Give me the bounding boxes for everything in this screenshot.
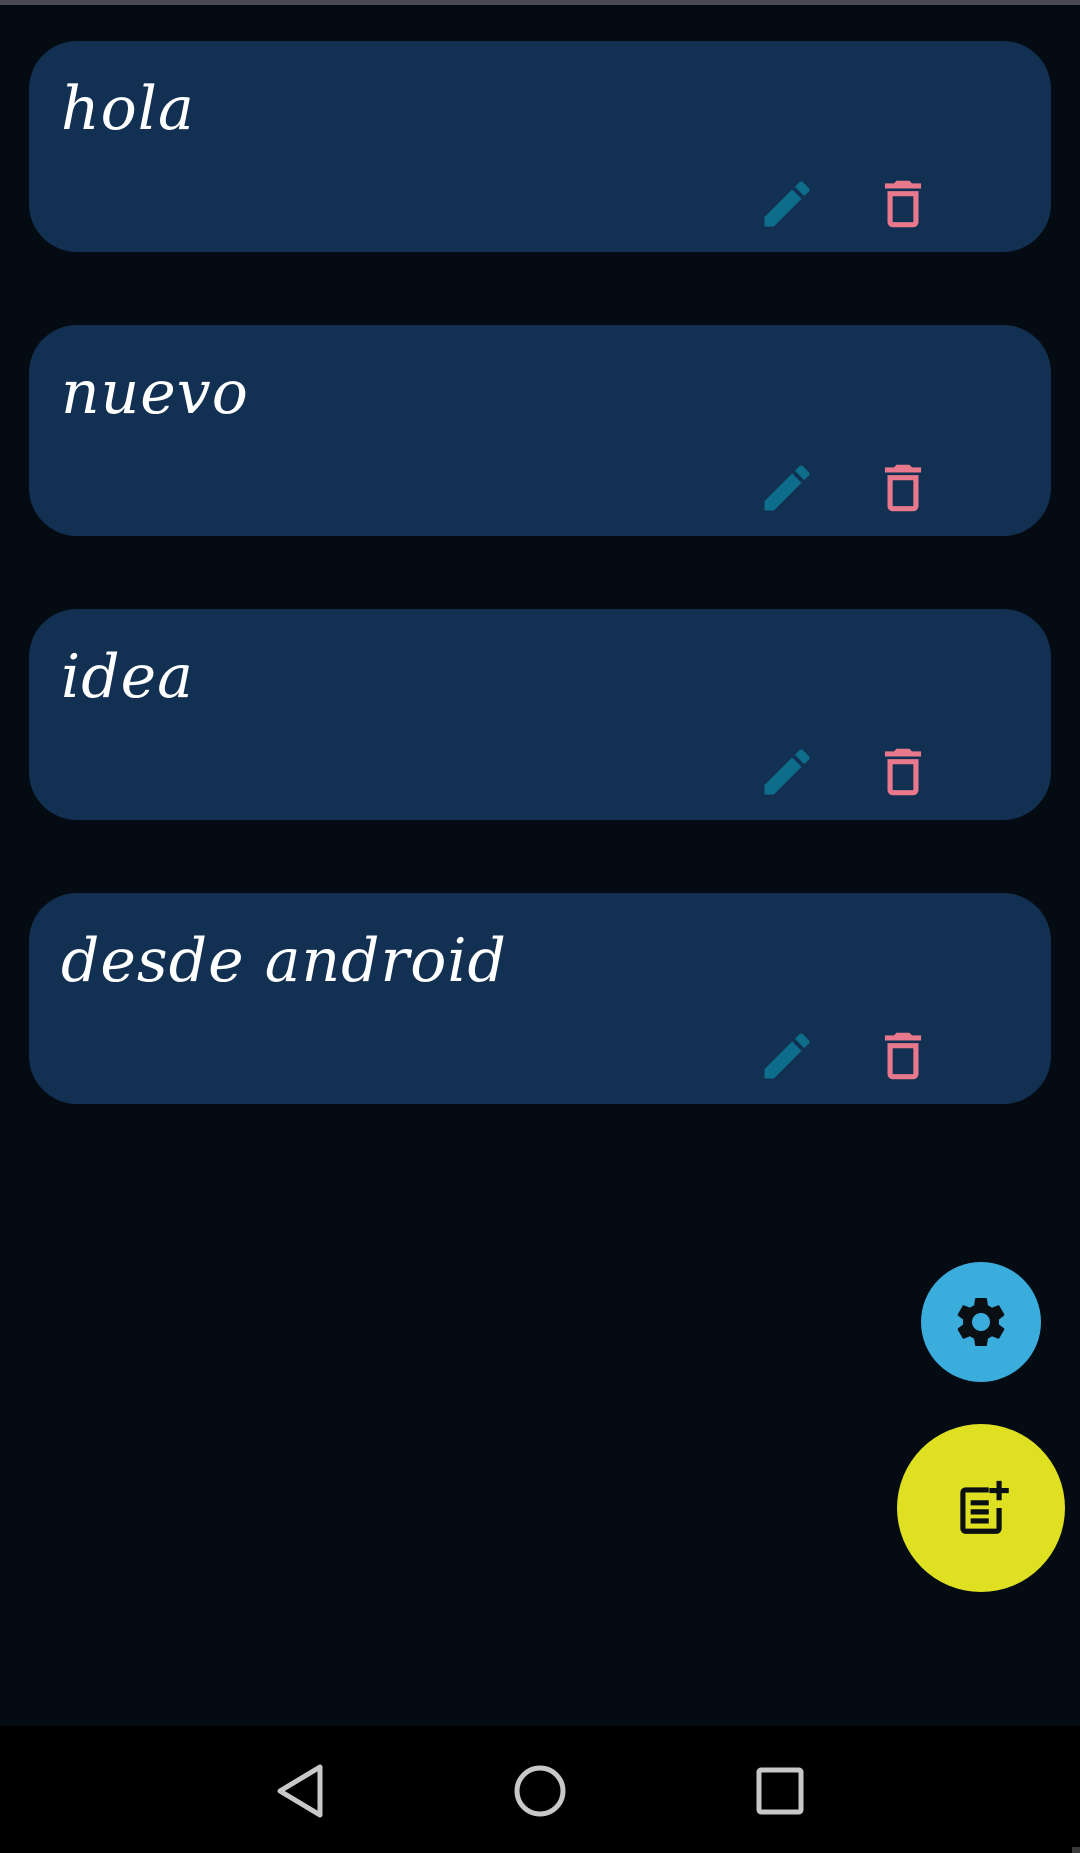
nav-back-button[interactable] [260,1751,340,1831]
nav-recents-button[interactable] [740,1751,820,1831]
back-triangle-icon [274,1763,326,1819]
note-card[interactable]: nuevo [29,325,1051,536]
add-note-icon [950,1477,1012,1539]
home-circle-icon [512,1763,568,1819]
delete-note-button[interactable] [868,453,938,523]
note-title: nuevo [61,358,249,428]
trash-icon [872,457,934,519]
note-actions [731,453,1051,523]
delete-note-button[interactable] [868,1021,938,1091]
edit-note-button[interactable] [752,169,822,239]
pencil-icon [757,458,817,518]
nav-home-button[interactable] [500,1751,580,1831]
note-title: hola [61,74,195,144]
pencil-icon [757,1026,817,1086]
notes-list: hola nuevo idea desde android [29,41,1051,1177]
gear-icon [951,1292,1011,1352]
delete-note-button[interactable] [868,737,938,807]
note-card[interactable]: idea [29,609,1051,820]
edit-note-button[interactable] [752,453,822,523]
note-title: idea [61,642,194,712]
note-title: desde android [61,926,507,996]
note-card[interactable]: hola [29,41,1051,252]
trash-icon [872,1025,934,1087]
settings-fab-button[interactable] [921,1262,1041,1382]
note-actions [731,169,1051,239]
note-card[interactable]: desde android [29,893,1051,1104]
recents-square-icon [754,1765,806,1817]
pencil-icon [757,174,817,234]
add-note-fab-button[interactable] [897,1424,1065,1592]
status-bar-edge [0,0,1080,5]
edit-note-button[interactable] [752,737,822,807]
corner-decoration [1072,1847,1080,1853]
edit-note-button[interactable] [752,1021,822,1091]
trash-icon [872,173,934,235]
system-navigation-bar [0,1726,1080,1853]
pencil-icon [757,742,817,802]
note-actions [731,1021,1051,1091]
delete-note-button[interactable] [868,169,938,239]
trash-icon [872,741,934,803]
note-actions [731,737,1051,807]
